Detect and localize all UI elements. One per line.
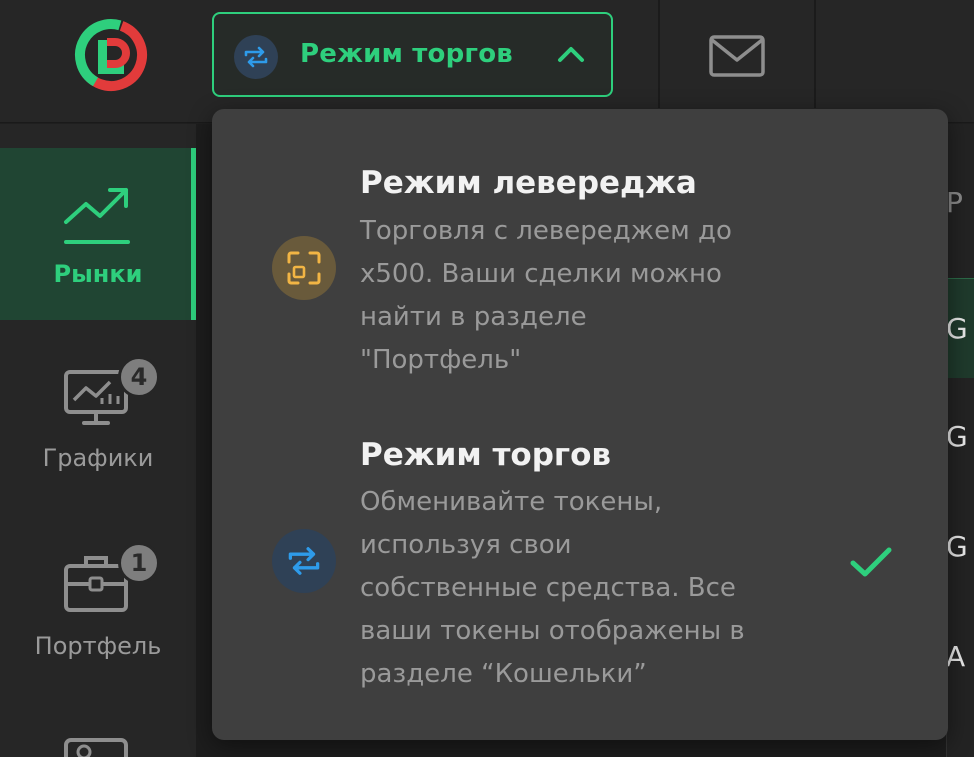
notification-badge: 1 <box>118 542 160 584</box>
list-row-fragment[interactable]: G <box>946 420 968 453</box>
checkmark-icon <box>850 547 892 577</box>
header-divider <box>658 0 660 108</box>
swap-arrows-icon <box>272 529 336 593</box>
option-description: Торговля с левереджем до x500. Ваши сдел… <box>360 216 732 375</box>
trading-mode-label: Режим торгов <box>300 39 513 69</box>
mail-icon[interactable] <box>708 33 766 79</box>
list-header-fragment: Р <box>946 186 963 219</box>
sidebar-item-label: Портфель <box>34 632 162 660</box>
swap-arrows-icon <box>234 35 278 79</box>
trading-mode-dropdown: Режим левереджа Торговля с левереджем до… <box>212 109 948 740</box>
trading-mode-button[interactable]: Режим торгов <box>212 12 613 97</box>
sidebar-item-label: Рынки <box>53 260 143 288</box>
leverage-mode-option[interactable]: Режим левереджа Торговля с левереджем до… <box>212 109 948 389</box>
sidebar-item-portfolio[interactable]: 1 Портфель <box>0 542 196 664</box>
wallet-icon <box>64 738 128 757</box>
sidebar-item-charts[interactable]: 4 Графики <box>0 356 196 480</box>
chevron-up-icon <box>558 47 584 62</box>
trading-mode-option[interactable]: Режим торгов Обменивайте токены, использ… <box>212 399 948 729</box>
leverage-frame-icon <box>272 236 336 300</box>
list-row-fragment[interactable]: G <box>946 312 968 345</box>
list-row-fragment[interactable]: A <box>946 640 965 673</box>
list-row-fragment[interactable]: G <box>946 530 968 563</box>
top-bar: Режим торгов <box>0 0 974 123</box>
trending-up-icon <box>64 188 130 244</box>
sidebar-item-markets[interactable]: Рынки <box>0 148 196 320</box>
header-divider <box>814 0 816 108</box>
option-title: Режим левереджа <box>360 165 697 201</box>
notification-badge: 4 <box>118 356 160 398</box>
sidebar-item-label: Графики <box>42 444 154 472</box>
option-description: Обменивайте токены, используя свои собст… <box>360 487 745 689</box>
option-title: Режим торгов <box>360 437 612 473</box>
app-logo <box>74 19 147 91</box>
